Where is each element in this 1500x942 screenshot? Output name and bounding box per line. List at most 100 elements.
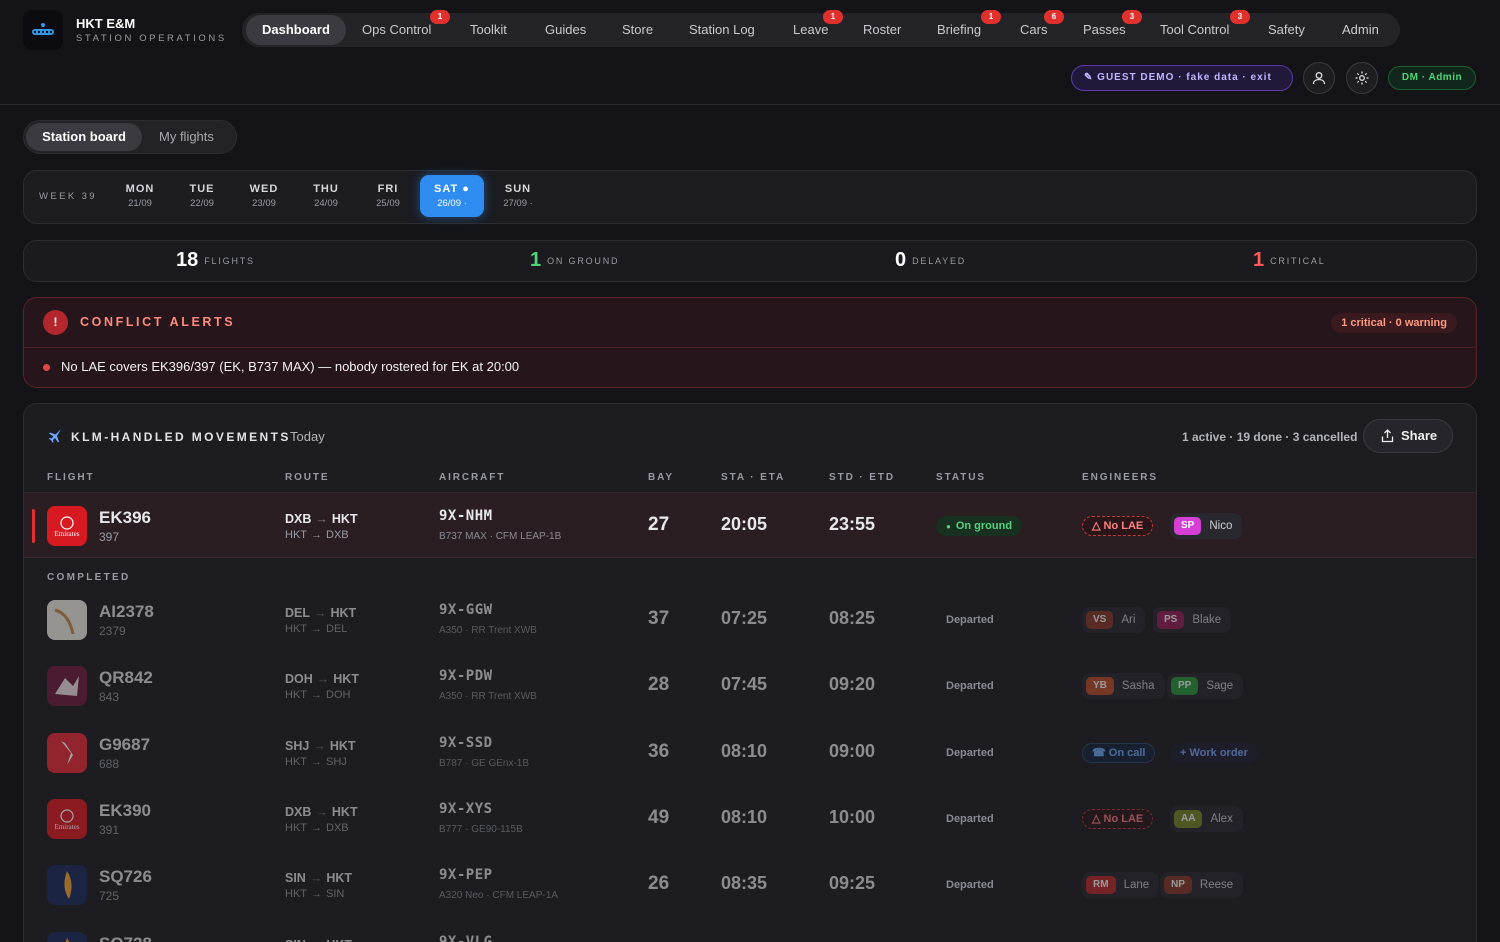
- stat-critical: 1 CRITICAL: [1253, 249, 1326, 272]
- nav-item-station-log[interactable]: Station Log: [689, 13, 755, 47]
- arrow-icon: →: [309, 871, 323, 885]
- engineer-initials: YB: [1086, 677, 1114, 695]
- std-etd: 09:00: [829, 741, 876, 761]
- view-toggle: Station board My flights: [23, 120, 237, 154]
- day-sun[interactable]: SUN 27/09 ·: [486, 175, 550, 217]
- week-label: WEEK 39: [39, 191, 97, 202]
- guest-demo-badge[interactable]: ✎ GUEST DEMO · fake data · exit: [1071, 65, 1293, 91]
- top-bar: HKT E&M STATION OPERATIONS Dashboard Ops …: [0, 0, 1500, 105]
- stats-bar: 18 FLIGHTS 1 ON GROUND 0 DELAYED 1 CRITICAL: [23, 240, 1477, 282]
- nav-item-admin[interactable]: Admin: [1342, 13, 1379, 47]
- table-row[interactable]: SQ728 SIN →HKT 9X-VLG: [24, 919, 1476, 942]
- column-header: STA · ETA: [721, 472, 786, 483]
- profile-button[interactable]: [1303, 62, 1335, 94]
- status-badge: Departed: [936, 809, 1004, 829]
- share-icon: [1381, 429, 1394, 443]
- std-etd: 09:20: [829, 674, 876, 694]
- airline-logo-emirates: Emirates: [47, 799, 87, 839]
- nav-item-toolkit[interactable]: Toolkit: [470, 13, 507, 47]
- engineer-chip[interactable]: NP Reese: [1160, 872, 1244, 898]
- sta-eta: 07:25: [721, 608, 768, 628]
- app-logo[interactable]: [23, 10, 63, 50]
- nav-item-briefing[interactable]: Briefing: [937, 13, 981, 47]
- arrow-icon: →: [311, 822, 322, 834]
- aircraft-registration: 9X-PDW: [439, 668, 493, 684]
- nav-item-ops-control[interactable]: Ops Control: [362, 13, 431, 47]
- engineer-initials: VS: [1086, 611, 1114, 629]
- flight-number: EK396: [99, 508, 151, 527]
- nav-item-roster[interactable]: Roster: [863, 13, 901, 47]
- origin: HKT: [285, 689, 307, 701]
- day-wed[interactable]: WED 23/09: [232, 175, 296, 217]
- arrow-icon: →: [315, 512, 328, 526]
- share-button[interactable]: Share: [1363, 419, 1453, 453]
- engineer-chip[interactable]: AA Alex: [1170, 806, 1243, 832]
- engineer-chip[interactable]: VS Ari: [1082, 607, 1146, 633]
- day-sat[interactable]: SAT ● 26/09 ·: [420, 175, 484, 217]
- nav-item-dashboard[interactable]: Dashboard: [246, 15, 346, 45]
- origin: HKT: [285, 888, 307, 900]
- day-fri[interactable]: FRI 25/09: [356, 175, 420, 217]
- destination: HKT: [330, 606, 357, 620]
- critical-dot-icon: [43, 364, 50, 371]
- destination: HKT: [326, 938, 352, 942]
- day-tue[interactable]: TUE 22/09: [170, 175, 234, 217]
- work-order-button[interactable]: + Work order: [1170, 743, 1258, 763]
- status-label: Departed: [946, 680, 994, 692]
- engineer-initials: PP: [1171, 677, 1199, 695]
- day-thu[interactable]: THU 24/09: [294, 175, 358, 217]
- status-dot-icon: ●: [946, 522, 951, 531]
- nav-item-store[interactable]: Store: [622, 13, 653, 47]
- table-row[interactable]: QR842 843 DOH → HKT HKT → DOH 9X-PDW A350 · RR Tr…: [24, 653, 1476, 719]
- nav-item-passes[interactable]: Passes: [1083, 13, 1126, 47]
- arrow-icon: →: [311, 756, 322, 768]
- guest-note: · fake data · exit: [1178, 72, 1272, 83]
- engineer-chip[interactable]: YB Sasha: [1082, 673, 1165, 699]
- aircraft-registration: 9X-GGW: [439, 602, 493, 618]
- route-outbound: HKT → SHJ: [285, 756, 347, 768]
- table-row[interactable]: Emirates EK390 391 DXB → HKT HKT → DXB 9X-XYS B777…: [24, 786, 1476, 852]
- engineer-chip[interactable]: PP Sage: [1167, 673, 1244, 699]
- settings-button[interactable]: [1346, 62, 1378, 94]
- std-etd: 23:55: [829, 514, 876, 534]
- nav-item-tool-control[interactable]: Tool Control: [1160, 13, 1229, 47]
- arrow-icon: →: [310, 938, 323, 942]
- arrow-icon: →: [313, 739, 326, 753]
- engineer-chip[interactable]: SP Nico: [1170, 513, 1243, 539]
- table-row[interactable]: AI2378 2379 DEL → HKT HKT → DEL 9X-GGW A350 · RR …: [24, 587, 1476, 653]
- airline-logo-qatar: [47, 666, 87, 706]
- nav-item-guides[interactable]: Guides: [545, 13, 586, 47]
- route-outbound: HKT → SIN: [285, 888, 344, 900]
- day-date: 21/09: [128, 198, 152, 209]
- svg-text:Emirates: Emirates: [55, 823, 80, 831]
- destination: DXB: [326, 822, 349, 834]
- column-header: STATUS: [936, 472, 986, 483]
- day-mon[interactable]: MON 21/09: [108, 175, 172, 217]
- nav-badge: 1: [981, 10, 1001, 24]
- origin: SHJ: [285, 739, 310, 753]
- stat-label: ON GROUND: [547, 255, 620, 266]
- destination: HKT: [326, 871, 353, 885]
- my-flights-tab[interactable]: My flights: [159, 123, 214, 151]
- return-flight-number: 843: [99, 690, 120, 704]
- day-name: SAT ●: [434, 183, 470, 195]
- engineer-initials: AA: [1174, 810, 1203, 828]
- return-flight-number: 391: [99, 823, 120, 837]
- pencil-icon: ✎: [1084, 72, 1098, 83]
- origin: HKT: [285, 529, 307, 541]
- table-row[interactable]: Emirates EK396 397 DXB → HKT HKT → DXB 9X-NHM B737…: [24, 492, 1476, 558]
- table-row[interactable]: G9687 688 SHJ → HKT HKT → SHJ 9X-SSD B787 · GE GE…: [24, 720, 1476, 786]
- origin: HKT: [285, 822, 307, 834]
- nav-badge: 1: [823, 10, 843, 24]
- day-name: MON: [125, 183, 155, 195]
- engineer-chip[interactable]: RM Lane: [1082, 872, 1160, 898]
- sta-eta: 08:10: [721, 807, 768, 827]
- engineer-chip[interactable]: PS Blake: [1153, 607, 1232, 633]
- aircraft-type: B787 · GE GEnx-1B: [439, 758, 530, 769]
- station-board-tab[interactable]: Station board: [26, 123, 142, 151]
- nav-item-safety[interactable]: Safety: [1268, 13, 1305, 47]
- destination: HKT: [329, 739, 356, 753]
- user-role-badge[interactable]: DM · Admin: [1388, 66, 1476, 90]
- airline-logo-airarabia: [47, 733, 87, 773]
- table-row[interactable]: SQ726 725 SIN → HKT HKT → SIN 9X-PEP A320 Neo · C…: [24, 852, 1476, 918]
